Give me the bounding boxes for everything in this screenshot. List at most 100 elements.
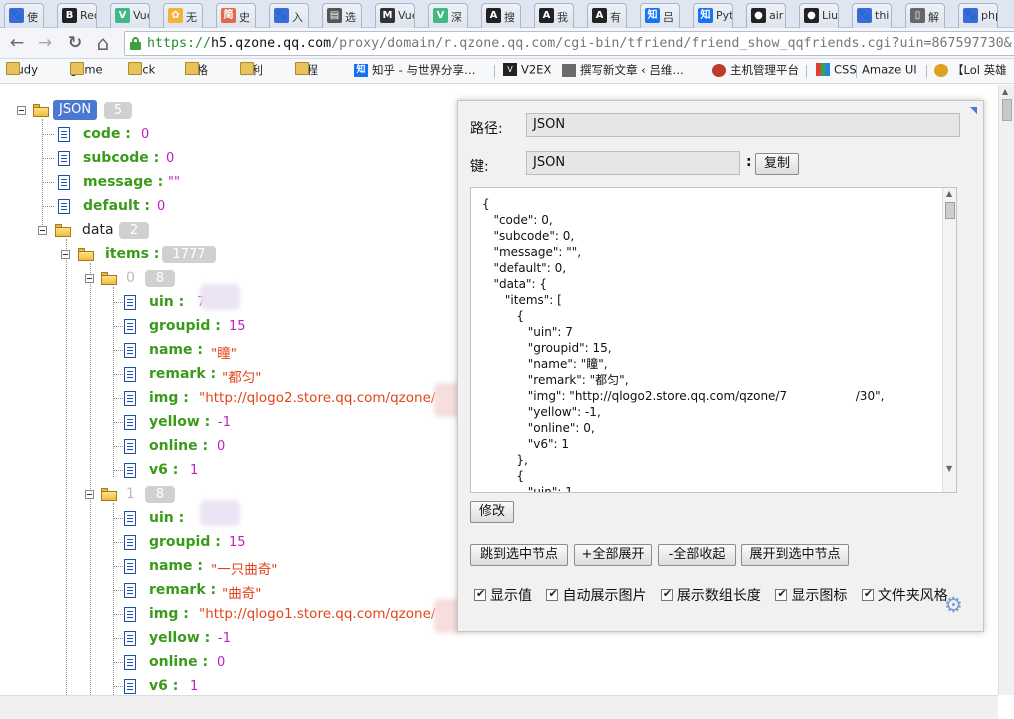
key-img[interactable]: img :	[149, 390, 189, 406]
browser-tab[interactable]: ✿ 无	[163, 3, 203, 28]
folder-icon	[6, 62, 20, 75]
page-vertical-scrollbar[interactable]: ▲	[998, 85, 1014, 695]
bookmark-item[interactable]: 知知乎 - 与世界分享…	[354, 62, 475, 80]
bookmark-item[interactable]: Amaze UI	[862, 62, 917, 80]
forward-arrow-icon[interactable]: →	[34, 32, 56, 54]
node-item-0[interactable]: 0	[126, 270, 135, 286]
url-text[interactable]: https://h5.qzone.qq.com/proxy/domain/r.q…	[147, 36, 1012, 51]
browser-tab[interactable]: ● Liu	[799, 3, 839, 28]
data-count-badge: 2	[119, 222, 149, 239]
page-horizontal-scrollbar[interactable]	[0, 695, 998, 719]
key-field[interactable]: JSON	[526, 151, 740, 175]
collapse-toggle-data[interactable]	[38, 226, 47, 235]
key-subcode[interactable]: subcode :	[83, 150, 159, 166]
bookmark-item[interactable]: 主机管理平台	[712, 62, 799, 80]
key-yellow[interactable]: yellow :	[149, 414, 210, 430]
folder-icon	[185, 62, 199, 75]
jump-to-selected-button[interactable]: 跳到选中节点	[470, 544, 568, 566]
back-arrow-icon[interactable]: ←	[6, 32, 28, 54]
key-groupid[interactable]: groupid :	[149, 318, 221, 334]
key-groupid[interactable]: groupid :	[149, 534, 221, 550]
browser-tab[interactable]: A有	[587, 3, 627, 28]
browser-tab[interactable]: ● air	[746, 3, 786, 28]
key-message[interactable]: message :	[83, 174, 163, 190]
key-online[interactable]: online :	[149, 438, 208, 454]
scroll-thumb[interactable]	[1002, 99, 1012, 121]
browser-tab[interactable]: ▤ 选	[322, 3, 362, 28]
panel-corner-icon[interactable]	[970, 107, 977, 114]
node-data[interactable]: data	[82, 222, 114, 238]
collapse-toggle-item-0[interactable]	[85, 274, 94, 283]
tree-root-label[interactable]: JSON	[53, 100, 98, 120]
browser-tab[interactable]: 简史	[216, 3, 256, 28]
auto-show-images-checkbox[interactable]: 自动展示图片	[546, 585, 646, 605]
bookmark-item[interactable]: hack	[128, 62, 155, 80]
browser-tab[interactable]: 知 Pyt	[693, 3, 733, 28]
key-online[interactable]: online :	[149, 654, 208, 670]
scroll-thumb[interactable]	[945, 202, 955, 219]
tab-label: 深	[451, 11, 462, 24]
browser-tab[interactable]: 🐾 使	[4, 3, 44, 28]
browser-tab[interactable]: 🐾php	[958, 3, 998, 28]
folder-style-checkbox[interactable]: 文件夹风格	[861, 585, 948, 605]
value-remark: "都匀"	[222, 370, 262, 386]
key-name[interactable]: name :	[149, 558, 203, 574]
key-name[interactable]: name :	[149, 342, 203, 358]
github-icon: ●	[804, 8, 819, 23]
copy-button[interactable]: 复制	[755, 153, 799, 175]
bookmark-item[interactable]: 编程	[295, 62, 318, 80]
browser-tab[interactable]: A搜	[481, 3, 521, 28]
bookmark-item[interactable]: 逼格	[185, 62, 208, 80]
bookmark-item[interactable]: 【Lol 英雄	[934, 62, 1007, 80]
bookmark-item[interactable]: study	[6, 62, 38, 80]
address-bar[interactable]: https://h5.qzone.qq.com/proxy/domain/r.q…	[124, 31, 1014, 56]
modify-button[interactable]: 修改	[470, 501, 514, 523]
value-groupid: 15	[229, 535, 246, 550]
browser-tab[interactable]: V深	[428, 3, 468, 28]
expand-to-selected-button[interactable]: 展开到选中节点	[741, 544, 849, 566]
collapse-toggle-root[interactable]	[17, 106, 26, 115]
bookmark-item[interactable]: game	[70, 62, 103, 80]
json-text-area[interactable]: { "code": 0, "subcode": 0, "message": ""…	[470, 187, 957, 493]
reload-icon[interactable]: ↻	[64, 32, 86, 54]
show-icons-checkbox[interactable]: 显示图标	[775, 585, 847, 605]
browser-tab[interactable]: ▯ 解	[905, 3, 945, 28]
collapse-toggle-items[interactable]	[61, 250, 70, 259]
bookmark-item[interactable]: V V2EX	[503, 62, 551, 80]
browser-tab[interactable]: MVue	[375, 3, 415, 28]
key-v6[interactable]: v6 :	[149, 678, 178, 694]
key-uin[interactable]: uin :	[149, 510, 184, 526]
scroll-down-arrow-icon[interactable]: ▼	[946, 464, 952, 473]
browser-tab[interactable]: 🐾 入	[269, 3, 309, 28]
browser-tab[interactable]: 知吕	[640, 3, 680, 28]
key-v6[interactable]: v6 :	[149, 462, 178, 478]
json-text-scrollbar[interactable]: ▲ ▼	[942, 188, 956, 492]
browser-tab[interactable]: A我	[534, 3, 574, 28]
scroll-up-arrow-icon[interactable]: ▲	[946, 189, 952, 198]
home-icon[interactable]: ⌂	[92, 32, 114, 54]
bookmark-item[interactable]: 撰写新文章 ‹ 吕维…	[562, 62, 684, 80]
scroll-up-arrow-icon[interactable]: ▲	[1002, 87, 1008, 96]
key-items[interactable]: items :	[105, 246, 159, 262]
browser-tab[interactable]: BRed	[57, 3, 97, 28]
gear-icon[interactable]: ⚙	[944, 593, 963, 617]
show-values-checkbox[interactable]: 显示值	[474, 585, 532, 605]
bookmark-item[interactable]: CSS	[816, 62, 857, 80]
node-item-1[interactable]: 1	[126, 486, 135, 502]
collapse-toggle-item-1[interactable]	[85, 490, 94, 499]
key-remark[interactable]: remark :	[149, 582, 216, 598]
key-code[interactable]: code :	[83, 126, 131, 142]
key-yellow[interactable]: yellow :	[149, 630, 210, 646]
key-uin[interactable]: uin :	[149, 294, 184, 310]
key-remark[interactable]: remark :	[149, 366, 216, 382]
browser-tab[interactable]: 🐾 thi	[852, 3, 892, 28]
expand-all-button[interactable]: +全部展开	[574, 544, 652, 566]
browser-tab[interactable]: VVue	[110, 3, 150, 28]
key-img[interactable]: img :	[149, 606, 189, 622]
key-default[interactable]: default :	[83, 198, 150, 214]
show-array-length-checkbox[interactable]: 展示数组长度	[660, 585, 761, 605]
path-field[interactable]: JSON	[526, 113, 960, 137]
bookmark-item[interactable]: 福利	[240, 62, 263, 80]
document-icon	[124, 607, 136, 622]
collapse-all-button[interactable]: -全部收起	[658, 544, 736, 566]
